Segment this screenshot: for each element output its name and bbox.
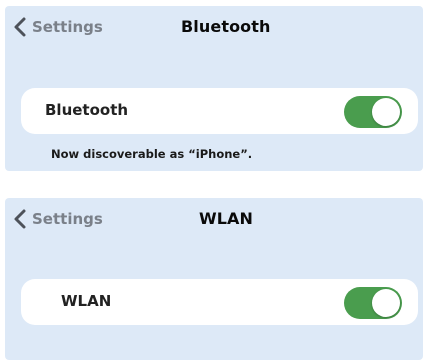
bluetooth-row: Bluetooth bbox=[21, 88, 418, 134]
bluetooth-toggle[interactable] bbox=[344, 96, 402, 128]
wlan-toggle[interactable] bbox=[344, 287, 402, 319]
wlan-row-label: WLAN bbox=[61, 292, 112, 310]
back-button[interactable]: Settings bbox=[13, 15, 103, 39]
chevron-left-icon bbox=[14, 17, 26, 37]
page-title: Bluetooth bbox=[181, 17, 271, 36]
back-button[interactable]: Settings bbox=[13, 207, 103, 231]
back-label: Settings bbox=[32, 18, 103, 36]
wlan-settings-panel: Settings WLAN WLAN bbox=[5, 198, 423, 360]
discoverable-note: Now discoverable as “iPhone”. bbox=[51, 147, 253, 161]
toggle-knob bbox=[372, 289, 400, 317]
bluetooth-settings-panel: Settings Bluetooth Bluetooth Now discove… bbox=[5, 6, 423, 171]
back-label: Settings bbox=[32, 210, 103, 228]
bluetooth-row-label: Bluetooth bbox=[45, 101, 129, 119]
chevron-left-icon bbox=[14, 209, 26, 229]
page-title: WLAN bbox=[199, 209, 254, 228]
wlan-row: WLAN bbox=[21, 279, 418, 325]
toggle-knob bbox=[372, 98, 400, 126]
